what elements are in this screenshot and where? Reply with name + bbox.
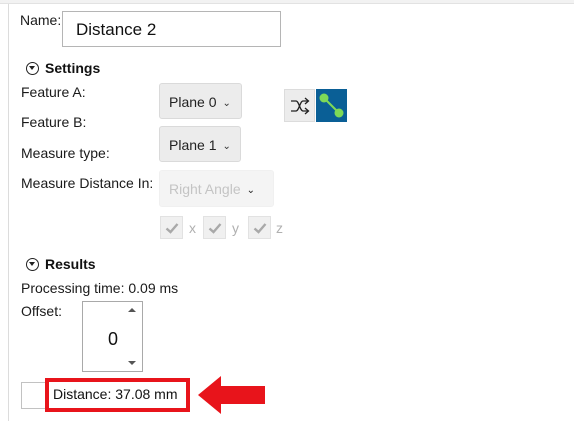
chevron-down-icon: ⌄ (222, 141, 231, 152)
chevron-down-icon: ⌄ (246, 185, 255, 196)
feature-a-label: Feature A: (21, 84, 86, 100)
axis-x-checkbox[interactable] (160, 216, 183, 239)
connect-nodes-icon (319, 93, 344, 118)
left-divider (8, 4, 9, 421)
distance-result: Distance: 37.08 mm (53, 386, 178, 402)
name-input[interactable]: Distance 2 (62, 11, 281, 47)
checkmark-icon (253, 222, 266, 234)
spinner-up-icon[interactable] (126, 305, 138, 315)
swap-arrows-icon (290, 97, 309, 114)
measure-distance-in-dropdown[interactable]: Right Angle ⌄ (159, 170, 274, 207)
settings-header[interactable]: Settings (26, 60, 100, 76)
collapse-icon (26, 258, 39, 271)
settings-header-label: Settings (45, 60, 101, 76)
feature-b-value: Plane 1 (169, 137, 217, 153)
measure-distance-in-value: Right Angle (169, 181, 241, 197)
axis-y-checkbox[interactable] (203, 216, 226, 239)
arrow-left-icon (198, 376, 265, 414)
measure-type-label: Measure type: (21, 145, 110, 161)
offset-spinner[interactable]: 0 (82, 301, 143, 372)
swap-features-button[interactable] (284, 89, 315, 122)
connect-button[interactable] (316, 89, 347, 122)
results-header[interactable]: Results (26, 256, 96, 272)
axis-z-label: z (276, 220, 283, 236)
collapse-icon (26, 62, 39, 75)
measure-distance-in-label: Measure Distance In: (21, 175, 154, 191)
results-header-label: Results (45, 256, 96, 272)
checkmark-icon (165, 222, 178, 234)
spinner-down-icon[interactable] (126, 358, 138, 368)
name-label: Name: (20, 12, 62, 28)
processing-time-text: Processing time: 0.09 ms (21, 280, 179, 296)
chevron-down-icon: ⌄ (222, 98, 231, 109)
offset-value: 0 (107, 329, 118, 349)
feature-b-dropdown[interactable]: Plane 1 ⌄ (159, 126, 241, 162)
feature-b-label: Feature B: (21, 114, 87, 130)
axis-x-label: x (189, 220, 196, 236)
feature-a-dropdown[interactable]: Plane 0 ⌄ (159, 83, 242, 119)
top-divider (0, 0, 574, 4)
offset-label: Offset: (21, 303, 62, 319)
axis-y-label: y (232, 220, 239, 236)
axis-z-checkbox[interactable] (248, 216, 271, 239)
color-swatch[interactable] (21, 382, 47, 409)
feature-a-value: Plane 0 (169, 94, 217, 110)
checkmark-icon (208, 222, 221, 234)
